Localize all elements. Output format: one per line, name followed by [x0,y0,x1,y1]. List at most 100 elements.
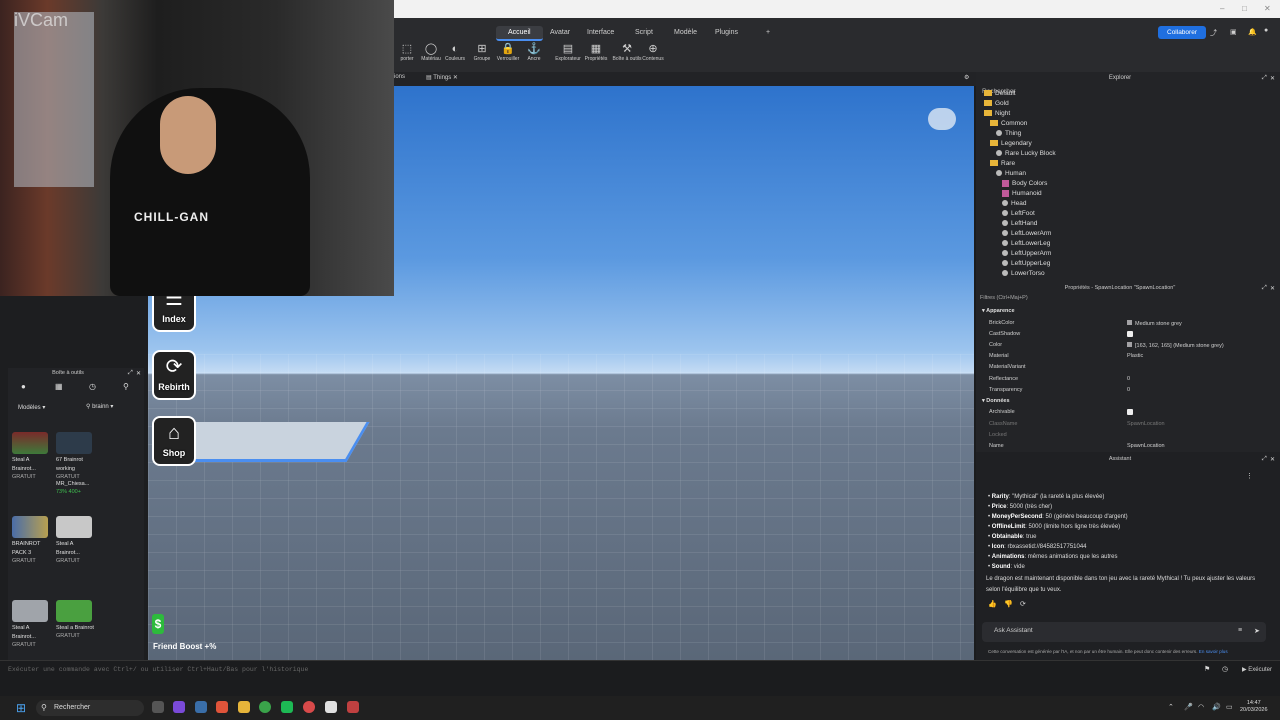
tray-chevron-icon[interactable]: ⌃ [1168,703,1174,711]
shop-hud-button[interactable]: ⌂ Shop [152,416,196,466]
checkbox[interactable] [1127,330,1133,337]
system-clock[interactable]: 14:47 20/03/2026 [1240,700,1268,714]
property-row[interactable]: Material Plastic [989,353,1269,359]
lock-tool[interactable]: 🔒 Verrouiller [495,42,521,62]
asset-card[interactable]: Steal A Brainrot... GRATUIT [56,516,96,564]
tab-place[interactable]: ions [394,74,405,80]
app-icon[interactable] [347,701,359,713]
property-row[interactable]: BrickColor Medium stone grey [989,319,1269,327]
windows-start-icon[interactable]: ⊞ [16,701,26,715]
bookmark-icon[interactable]: ⚑ [1204,665,1210,673]
collaborate-button[interactable]: Collaborer [1158,26,1206,39]
explorer-tool[interactable]: ▤ Explorateur [555,42,581,62]
popout-icon[interactable]: ⤢ [128,370,133,377]
pin-icon[interactable]: ⚲ [123,382,129,391]
thumbs-down-icon[interactable]: 👎 [1004,600,1013,608]
property-row[interactable]: Color [163, 162, 165] (Medium stone grey) [989,341,1269,349]
property-section-header[interactable]: ▾ Apparence [982,308,1015,314]
recent-icon[interactable]: ◷ [89,382,96,391]
avatar[interactable]: ● [1264,27,1268,34]
close-panel-icon[interactable]: ✕ [1270,75,1275,82]
asset-card[interactable]: Steal a Brainrot GRATUIT [56,600,96,639]
rebirth-hud-button[interactable]: ⟳ Rebirth [152,350,196,400]
tree-item[interactable]: Thing [996,130,1021,137]
tree-item[interactable]: Common [990,120,1027,127]
spawn-location-part[interactable] [166,422,370,462]
share-icon[interactable]: ⤴ [1210,28,1217,38]
minimize-button[interactable]: – [1220,4,1224,13]
tree-item[interactable]: Rare [990,160,1015,167]
asset-card[interactable]: 67 Brainrot working GRATUIT MR_Chiesa...… [56,432,96,495]
tree-item[interactable]: LeftHand [1002,220,1037,227]
app-icon[interactable] [195,701,207,713]
property-row[interactable]: ClassName SpawnLocation [989,421,1269,427]
retry-icon[interactable]: ⟳ [1020,600,1026,608]
asset-card[interactable]: BRAINROT PACK 3 GRATUIT [12,516,52,564]
menu-tab-plugins[interactable]: Plugins [715,29,738,36]
close-panel-icon[interactable]: ✕ [136,370,141,377]
property-section-header[interactable]: ▾ Données [982,398,1010,404]
close-panel-icon[interactable]: ✕ [1270,285,1275,292]
filter-icon[interactable]: ▾ [110,404,113,410]
property-row[interactable]: Reflectance 0 [989,376,1269,382]
app-icon[interactable] [303,701,315,713]
tab-things[interactable]: ▤ Things ✕ [426,74,458,81]
anchor-tool[interactable]: ⚓ Ancre [521,42,547,62]
grid-icon[interactable]: ▣ [1230,28,1237,36]
close-icon[interactable]: ✕ [453,75,458,81]
property-row[interactable]: Transparency 0 [989,387,1269,393]
tree-item[interactable]: Human [996,170,1026,177]
history-icon[interactable]: ◷ [1222,665,1228,673]
tree-item[interactable]: LeftLowerArm [1002,230,1051,237]
thumbs-up-icon[interactable]: 👍 [988,600,997,608]
roblox-studio-icon[interactable] [325,701,337,713]
properties-tool[interactable]: ▦ Propriétés [583,42,609,62]
app-icon[interactable] [281,701,293,713]
asset-card[interactable]: Steal A Brainrot... GRATUIT [12,432,52,480]
material-tool[interactable]: ◯ Matériau [418,42,444,62]
app-icon[interactable] [216,701,228,713]
asset-card[interactable]: Steal A Brainrot... GRATUIT [12,600,52,648]
tree-item[interactable]: Humanoid [1002,190,1042,197]
tree-item[interactable]: Legendary [990,140,1032,147]
popout-icon[interactable]: ⤢ [1262,456,1267,463]
menu-tab-avatar[interactable]: Avatar [550,29,570,36]
more-options-icon[interactable]: ⋮ [1246,472,1253,480]
property-row[interactable]: CastShadow [989,330,1269,337]
tree-item[interactable]: Gold [984,100,1009,107]
add-tab-button[interactable]: + [766,29,770,36]
toolbox-tool[interactable]: ⚒ Boîte à outils [612,42,642,62]
property-row[interactable]: Name SpawnLocation [989,443,1269,449]
wifi-icon[interactable]: ◠ [1198,703,1204,711]
tree-item[interactable]: Rare Lucky Block [996,150,1056,157]
property-row[interactable]: MaterialVariant [989,364,1269,370]
popout-icon[interactable]: ⤢ [1262,285,1267,292]
battery-icon[interactable]: ▭ [1226,703,1233,711]
menu-tab-interface[interactable]: Interface [587,29,614,36]
menu-tab-script[interactable]: Script [635,29,653,36]
volume-icon[interactable]: 🔊 [1212,703,1221,711]
microphone-icon[interactable]: 🎤 [1184,703,1193,711]
bag-icon[interactable]: ● [21,382,26,391]
property-row[interactable]: Locked [989,432,1269,438]
category-dropdown[interactable]: Modèles ▾ [18,404,45,411]
grid-view-icon[interactable]: ▦ [55,382,63,391]
tree-item[interactable]: LowerTorso [1002,270,1045,277]
task-view-icon[interactable] [152,701,164,713]
colors-tool[interactable]: ◐ Couleurs [442,42,468,62]
group-tool[interactable]: ⊞ Groupe [469,42,495,62]
tree-item[interactable]: Night [984,110,1010,117]
close-window-button[interactable]: ✕ [1264,4,1271,13]
run-command-button[interactable]: ▶ Exécuter [1242,666,1272,673]
properties-filter[interactable]: Filtres (Ctrl+Maj+P) [980,295,1028,301]
send-icon[interactable]: ➤ [1254,627,1260,635]
menu-tab-home[interactable]: Accueil [496,26,543,41]
maximize-button[interactable]: □ [1242,4,1247,13]
tree-item[interactable]: LeftUpperLeg [1002,260,1050,267]
menu-tab-model[interactable]: Modèle [674,29,697,36]
notification-icon[interactable]: 🔔 [1248,28,1257,36]
assistant-input[interactable]: Ask Assistant [982,622,1266,642]
settings-icon[interactable]: ≡ [1238,627,1242,634]
learn-more-link[interactable]: En savoir plus [1199,649,1228,654]
settings-icon[interactable]: ⚙ [964,74,969,81]
